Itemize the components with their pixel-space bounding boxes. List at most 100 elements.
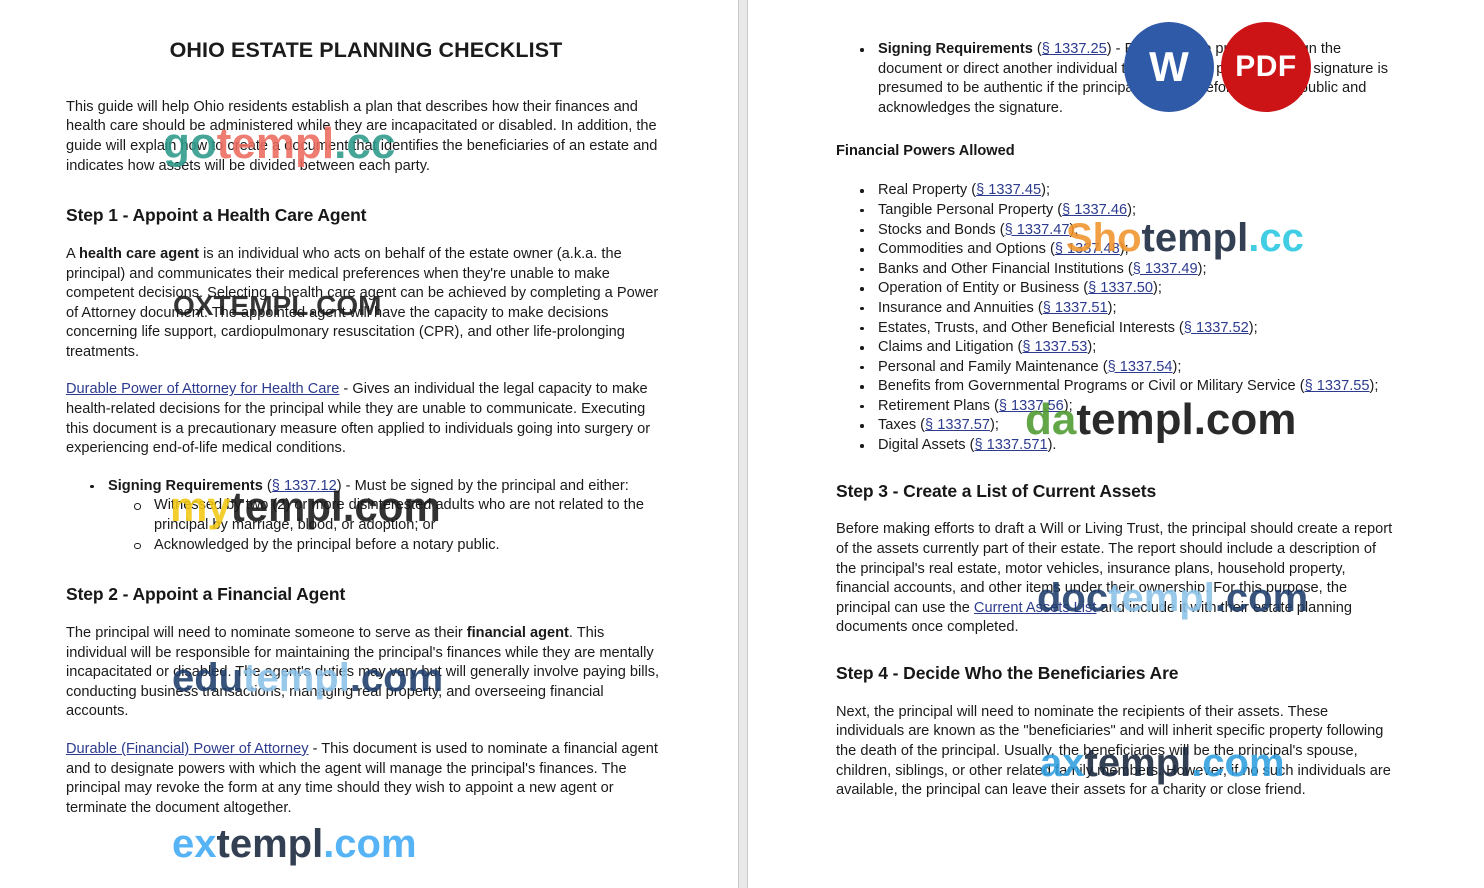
text-fragment: is an individual who acts on behalf of t… bbox=[66, 245, 659, 360]
power-label: Retirement Plans ( bbox=[878, 397, 999, 414]
bold-term: Signing Requirements bbox=[878, 41, 1033, 57]
intro-paragraph: This guide will help Ohio residents esta… bbox=[66, 98, 658, 174]
power-label: Stocks and Bonds ( bbox=[878, 221, 1005, 238]
statute-link[interactable]: § 1337.45 bbox=[976, 182, 1041, 198]
power-punctuation: ). bbox=[1047, 437, 1057, 454]
document-preview: OHIO ESTATE PLANNING CHECKLIST This guid… bbox=[0, 0, 1484, 888]
financial-powers-heading: Financial Powers Allowed bbox=[836, 143, 1015, 160]
list-item: Stocks and Bonds (§ 1337.47); bbox=[858, 221, 1396, 241]
statute-link[interactable]: § 1337.54 bbox=[1108, 359, 1173, 375]
step-1-bullet-list: Signing Requirements (§ 1337.12) - Must … bbox=[66, 477, 666, 555]
step-3-paragraph: Before making efforts to draft a Will or… bbox=[836, 520, 1396, 638]
power-punctuation: ); bbox=[1069, 221, 1079, 238]
page-separator bbox=[738, 0, 748, 888]
list-item: Personal and Family Maintenance (§ 1337.… bbox=[858, 358, 1396, 378]
link-durable-financial-poa[interactable]: Durable (Financial) Power of Attorney bbox=[66, 741, 309, 757]
list-item-signing-requirements: Signing Requirements (§ 1337.12) - Must … bbox=[88, 477, 666, 555]
statute-link[interactable]: § 1337.49 bbox=[1133, 261, 1198, 277]
statute-link[interactable]: § 1337.25 bbox=[1042, 41, 1107, 57]
list-item: Estates, Trusts, and Other Beneficial In… bbox=[858, 319, 1396, 339]
word-format-badge[interactable]: W bbox=[1124, 22, 1214, 112]
list-item: Taxes (§ 1337.57); bbox=[858, 416, 1396, 436]
step-1-sub-bullet-list: Witnessed by two (2) or more disinterest… bbox=[108, 496, 666, 555]
list-item: Banks and Other Financial Institutions (… bbox=[858, 260, 1396, 280]
power-label: Operation of Entity or Business ( bbox=[878, 280, 1089, 297]
power-punctuation: ); bbox=[1087, 339, 1097, 356]
page-edge-left bbox=[738, 0, 739, 888]
statute-link[interactable]: § 1337.52 bbox=[1184, 320, 1249, 336]
statute-link[interactable]: § 1337.55 bbox=[1305, 378, 1370, 394]
text-fragment: A bbox=[66, 245, 79, 262]
bold-term: health care agent bbox=[78, 245, 200, 262]
bold-term: financial agent bbox=[466, 624, 569, 641]
power-label: Insurance and Annuities ( bbox=[878, 299, 1043, 316]
power-label: Benefits from Governmental Programs or C… bbox=[878, 378, 1305, 395]
pdf-format-badge[interactable]: PDF bbox=[1221, 22, 1311, 112]
power-punctuation: ); bbox=[1197, 260, 1207, 277]
step-2-bullet-list: Signing Requirements (§ 1337.25) - Requi… bbox=[836, 40, 1396, 118]
step-3-heading: Step 3 - Create a List of Current Assets bbox=[836, 480, 1157, 501]
step-2-paragraph-1: The principal will need to nominate some… bbox=[66, 624, 666, 722]
statute-link[interactable]: § 1337.12 bbox=[272, 478, 337, 494]
pdf-badge-label: PDF bbox=[1235, 50, 1297, 83]
list-item: Digital Assets (§ 1337.571). bbox=[858, 436, 1396, 456]
statute-link[interactable]: § 1337.57 bbox=[925, 417, 990, 433]
link-durable-poa-health-care[interactable]: Durable Power of Attorney for Health Car… bbox=[66, 381, 339, 397]
list-item: Commodities and Options (§ 1337.48); bbox=[858, 240, 1396, 260]
step-1-paragraph-1: A health care agent is an individual who… bbox=[66, 245, 666, 363]
power-punctuation: ); bbox=[989, 417, 999, 434]
list-item: Insurance and Annuities (§ 1337.51); bbox=[858, 299, 1396, 319]
list-item: Retirement Plans (§ 1337.56); bbox=[858, 397, 1396, 417]
list-item: Tangible Personal Property (§ 1337.46); bbox=[858, 201, 1396, 221]
step-4-heading: Step 4 - Decide Who the Beneficiaries Ar… bbox=[836, 662, 1179, 683]
power-punctuation: ); bbox=[1369, 378, 1379, 395]
list-item: Acknowledged by the principal before a n… bbox=[132, 536, 666, 556]
step-2-paragraph-2: Durable (Financial) Power of Attorney - … bbox=[66, 740, 666, 818]
power-label: Taxes ( bbox=[878, 417, 926, 434]
word-badge-label: W bbox=[1149, 43, 1189, 90]
document-page-right: Signing Requirements (§ 1337.25) - Requi… bbox=[748, 0, 1484, 888]
step-1-heading: Step 1 - Appoint a Health Care Agent bbox=[66, 205, 367, 226]
step-1-paragraph-2: Durable Power of Attorney for Health Car… bbox=[66, 380, 666, 458]
document-page-left: OHIO ESTATE PLANNING CHECKLIST This guid… bbox=[0, 0, 738, 888]
power-label: Banks and Other Financial Institutions ( bbox=[878, 260, 1133, 277]
page-title: OHIO ESTATE PLANNING CHECKLIST bbox=[169, 38, 563, 62]
power-punctuation: ); bbox=[1063, 397, 1073, 414]
power-punctuation: ); bbox=[1041, 182, 1050, 199]
statute-link[interactable]: § 1337.56 bbox=[999, 398, 1064, 414]
list-item: Claims and Litigation (§ 1337.53); bbox=[858, 338, 1396, 358]
statute-link[interactable]: § 1337.46 bbox=[1062, 202, 1127, 218]
text-fragment: ) - Must be signed by the principal and … bbox=[336, 477, 629, 494]
text-fragment: ( bbox=[262, 477, 272, 494]
step-2-heading: Step 2 - Appoint a Financial Agent bbox=[66, 584, 346, 605]
power-label: Commodities and Options ( bbox=[878, 241, 1055, 258]
list-item: Operation of Entity or Business (§ 1337.… bbox=[858, 279, 1396, 299]
power-label: Personal and Family Maintenance ( bbox=[878, 358, 1108, 375]
statute-link[interactable]: § 1337.50 bbox=[1088, 280, 1153, 296]
power-punctuation: ); bbox=[1172, 358, 1182, 375]
power-punctuation: ); bbox=[1107, 299, 1117, 316]
power-punctuation: ); bbox=[1119, 241, 1129, 258]
list-item: Benefits from Governmental Programs or C… bbox=[858, 377, 1396, 397]
power-punctuation: ); bbox=[1153, 280, 1162, 297]
text-fragment: ( bbox=[1032, 41, 1042, 57]
financial-powers-list: Real Property (§ 1337.45); Tangible Perso… bbox=[836, 181, 1396, 455]
statute-link[interactable]: § 1337.47 bbox=[1005, 222, 1070, 238]
text-fragment: The principal will need to nominate some… bbox=[66, 624, 467, 641]
power-label: Real Property ( bbox=[878, 182, 977, 199]
power-label: Estates, Trusts, and Other Beneficial In… bbox=[878, 319, 1184, 336]
bold-term: Signing Requirements bbox=[108, 477, 263, 494]
power-label: Tangible Personal Property ( bbox=[878, 201, 1063, 218]
statute-link[interactable]: § 1337.53 bbox=[1022, 339, 1087, 355]
statute-link[interactable]: § 1337.51 bbox=[1043, 300, 1108, 316]
statute-link[interactable]: § 1337.48 bbox=[1055, 241, 1120, 257]
statute-link[interactable]: § 1337.571 bbox=[975, 437, 1048, 453]
list-item: Witnessed by two (2) or more disinterest… bbox=[132, 496, 666, 535]
list-item: Real Property (§ 1337.45); bbox=[858, 181, 1396, 201]
power-punctuation: ); bbox=[1248, 319, 1258, 336]
link-current-assets-list[interactable]: Current Assets List bbox=[974, 600, 1096, 616]
step-4-paragraph: Next, the principal will need to nominat… bbox=[836, 703, 1391, 799]
power-label: Claims and Litigation ( bbox=[878, 339, 1023, 356]
power-label: Digital Assets ( bbox=[878, 437, 975, 454]
power-punctuation: ); bbox=[1127, 201, 1136, 218]
